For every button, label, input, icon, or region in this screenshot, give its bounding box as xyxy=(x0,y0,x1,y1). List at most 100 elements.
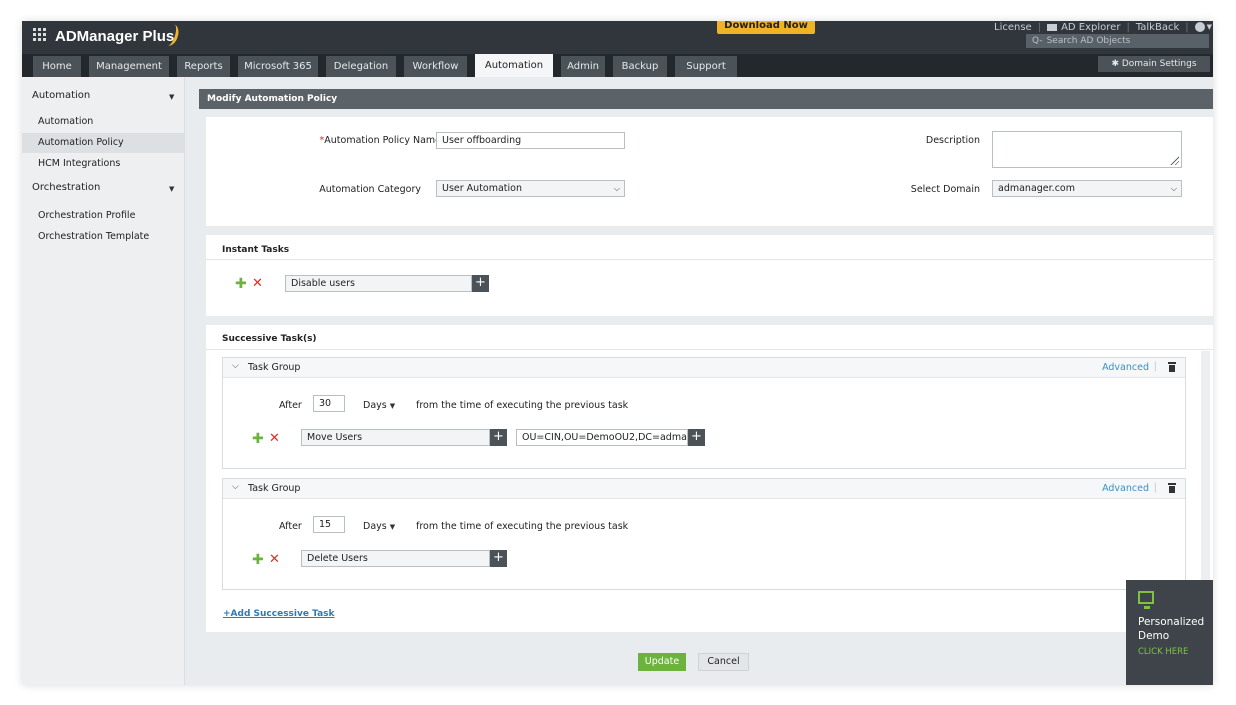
instant-tasks-title: Instant Tasks xyxy=(222,245,290,255)
policy-name-input[interactable]: User offboarding xyxy=(436,132,625,149)
days-input[interactable]: 30 xyxy=(313,395,345,412)
gear-icon: ✱ xyxy=(1111,59,1122,69)
add-action-button[interactable]: + xyxy=(472,275,489,292)
successive-tasks-panel: Successive Task(s) ⌵ Task Group Advanced… xyxy=(206,325,1213,632)
category-select[interactable]: User Automation ⌵ xyxy=(436,180,625,197)
sidebar-section-automation[interactable]: Automation xyxy=(32,90,90,104)
search-input[interactable]: Q- Search AD Objects xyxy=(1026,34,1209,48)
target-ou-input[interactable]: OU=CIN,OU=DemoOU2,DC=admai xyxy=(516,429,688,446)
update-button[interactable]: Update xyxy=(638,653,686,671)
advanced-link[interactable]: Advanced xyxy=(1102,483,1149,494)
domain-value: admanager.com xyxy=(998,183,1075,194)
app-grid-icon[interactable] xyxy=(33,28,46,41)
search-placeholder: Search AD Objects xyxy=(1046,36,1131,46)
divider xyxy=(206,349,1213,350)
divider xyxy=(206,259,1213,260)
chevron-down-icon[interactable]: ▼ xyxy=(169,93,174,101)
domain-settings-label: Domain Settings xyxy=(1121,59,1197,69)
trash-icon[interactable] xyxy=(1168,362,1176,372)
sidebar-section-orchestration[interactable]: Orchestration xyxy=(32,182,100,196)
days-input[interactable]: 15 xyxy=(313,516,345,533)
add-successive-task-link[interactable]: +Add Successive Task xyxy=(223,609,335,619)
chevron-down-icon[interactable]: ▼ xyxy=(1207,23,1212,31)
main-nav: Home Management Reports Microsoft 365 De… xyxy=(22,54,1213,77)
resize-handle-icon[interactable] xyxy=(1169,155,1179,165)
tab-microsoft-365[interactable]: Microsoft 365 xyxy=(238,56,318,77)
tab-backup[interactable]: Backup xyxy=(613,56,667,77)
add-target-button[interactable]: + xyxy=(688,429,705,446)
tab-automation[interactable]: Automation xyxy=(475,54,553,77)
description-label: Description xyxy=(925,135,980,146)
user-icon[interactable] xyxy=(1194,22,1205,32)
separator: | xyxy=(1185,21,1189,33)
app-logo: ADManager Plus xyxy=(55,28,175,45)
tab-management[interactable]: Management xyxy=(89,56,169,77)
add-task-icon[interactable]: ✚ xyxy=(252,432,264,446)
license-link[interactable]: License xyxy=(994,22,1032,33)
remove-task-icon[interactable]: ✕ xyxy=(269,553,280,566)
after-label: After xyxy=(279,521,302,532)
download-now-button[interactable]: Download Now xyxy=(717,21,815,34)
tab-reports[interactable]: Reports xyxy=(177,56,230,77)
sidebar-item-automation-policy[interactable]: Automation Policy xyxy=(22,133,184,153)
add-task-icon[interactable]: ✚ xyxy=(252,553,264,567)
add-task-icon[interactable]: ✚ xyxy=(235,277,247,291)
demo-line-1: Personalized xyxy=(1138,616,1205,628)
trash-icon[interactable] xyxy=(1168,483,1176,493)
chevron-down-icon: ▼ xyxy=(389,402,396,410)
search-icon: Q- xyxy=(1032,36,1043,46)
sidebar-item-orchestration-profile[interactable]: Orchestration Profile xyxy=(22,206,184,226)
tab-admin[interactable]: Admin xyxy=(561,56,605,77)
sidebar-item-hcm-integrations[interactable]: HCM Integrations xyxy=(22,154,184,174)
successive-task-select[interactable]: Delete Users xyxy=(301,550,490,567)
cancel-button[interactable]: Cancel xyxy=(698,653,749,671)
add-action-button[interactable]: + xyxy=(490,429,507,446)
tab-support[interactable]: Support xyxy=(675,56,737,77)
sidebar: Automation ▼ Automation Automation Polic… xyxy=(22,77,185,685)
ad-explorer-icon xyxy=(1047,23,1058,31)
logo-swoosh-icon xyxy=(160,22,182,48)
separator: | xyxy=(1153,482,1157,493)
sidebar-item-orchestration-template[interactable]: Orchestration Template xyxy=(22,227,184,247)
task-group-title: Task Group xyxy=(248,483,301,494)
category-value: User Automation xyxy=(442,183,523,194)
instant-task-select[interactable]: Disable users xyxy=(285,275,472,292)
domain-select[interactable]: admanager.com ⌵ xyxy=(992,180,1182,197)
chevron-down-icon[interactable]: ⌵ xyxy=(232,361,239,371)
chevron-down-icon[interactable]: ▼ xyxy=(169,185,174,193)
demo-cta[interactable]: CLICK HERE xyxy=(1138,647,1188,657)
successive-task-select[interactable]: Move Users xyxy=(301,429,490,446)
policy-form-panel: *Automation Policy Name User offboarding… xyxy=(206,117,1213,226)
add-action-button[interactable]: + xyxy=(490,550,507,567)
days-unit-dropdown[interactable]: Days ▼ xyxy=(363,400,395,411)
separator: | xyxy=(1037,21,1042,33)
days-unit-dropdown[interactable]: Days ▼ xyxy=(363,521,395,532)
personalized-demo-widget[interactable]: Personalized Demo CLICK HERE xyxy=(1126,580,1213,685)
policy-name-label: *Automation Policy Name xyxy=(319,135,441,146)
task-group-1: ⌵ Task Group Advanced | After 30 Days ▼ … xyxy=(222,357,1186,469)
ad-explorer-link[interactable]: AD Explorer xyxy=(1061,22,1120,33)
app-window: ADManager Plus Download Now License | AD… xyxy=(22,21,1213,685)
description-textarea[interactable] xyxy=(992,131,1182,168)
monitor-icon xyxy=(1138,591,1154,609)
tab-workflow[interactable]: Workflow xyxy=(404,56,467,77)
task-group-header[interactable]: ⌵ Task Group Advanced | xyxy=(223,479,1185,499)
after-label: After xyxy=(279,400,302,411)
task-group-header[interactable]: ⌵ Task Group Advanced | xyxy=(223,358,1185,378)
demo-line-2: Demo xyxy=(1138,630,1170,642)
tab-home[interactable]: Home xyxy=(33,56,81,77)
category-label: Automation Category xyxy=(319,184,421,195)
separator: | xyxy=(1126,21,1130,33)
sidebar-item-automation[interactable]: Automation xyxy=(22,112,184,132)
domain-settings-button[interactable]: ✱ Domain Settings xyxy=(1098,56,1210,72)
delay-suffix: from the time of executing the previous … xyxy=(416,400,629,411)
task-group-2: ⌵ Task Group Advanced | After 15 Days ▼ … xyxy=(222,478,1186,590)
domain-label: Select Domain xyxy=(910,184,980,195)
remove-task-icon[interactable]: ✕ xyxy=(269,432,280,445)
remove-task-icon[interactable]: ✕ xyxy=(252,277,263,290)
tab-delegation[interactable]: Delegation xyxy=(326,56,396,77)
advanced-link[interactable]: Advanced xyxy=(1102,362,1149,373)
top-links: License | AD Explorer | TalkBack | ▼ xyxy=(994,21,1212,33)
chevron-down-icon[interactable]: ⌵ xyxy=(232,482,239,492)
talkback-link[interactable]: TalkBack xyxy=(1136,22,1179,33)
